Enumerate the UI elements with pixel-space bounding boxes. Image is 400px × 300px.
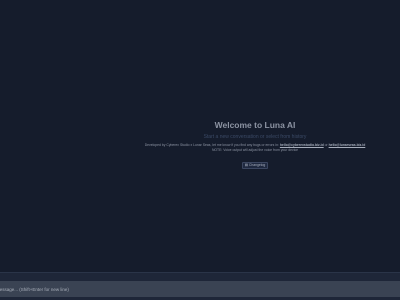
voice-note: NOTE: Voice output will adjust the voice…: [211, 148, 299, 152]
message-input[interactable]: [0, 281, 394, 297]
changelog-button[interactable]: ▤ Changelog: [241, 162, 269, 169]
changelog-label: Changelog: [248, 163, 266, 167]
chat-area: Welcome to Luna AI Start a new conversat…: [0, 0, 400, 272]
developer-text: Developed by Cyberex Studio x Lunar Seas…: [144, 143, 279, 147]
welcome-title: Welcome to Luna AI: [214, 120, 296, 130]
composer-bar: [0, 272, 400, 300]
or-text: or: [324, 143, 328, 147]
message-input-container: [0, 281, 400, 297]
luna-ai-app: Welcome to Luna AI Start a new conversat…: [0, 0, 400, 300]
email-link-cyberex[interactable]: hello@cyberexstudio.biz.id: [280, 143, 324, 147]
welcome-subtitle: Start a new conversation or select from …: [203, 134, 307, 140]
welcome-panel: Welcome to Luna AI Start a new conversat…: [110, 120, 400, 171]
document-icon: ▤: [244, 163, 248, 167]
email-link-lunarseas[interactable]: hello@lunarseas.biz.id: [329, 143, 366, 147]
